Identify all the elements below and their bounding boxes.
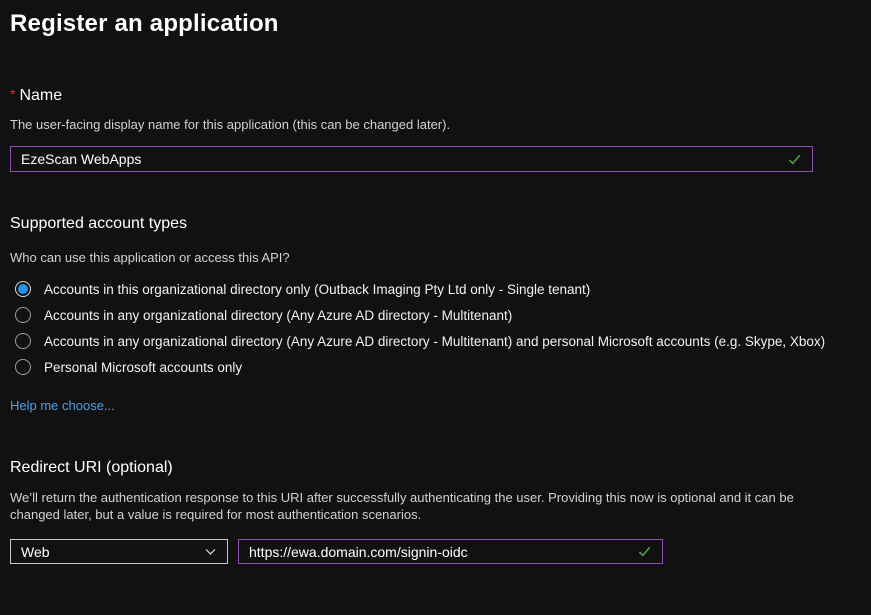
platform-select[interactable]: Web [10,539,228,564]
radio-option-multitenant-personal[interactable]: Accounts in any organizational directory… [10,328,861,354]
help-me-choose-link[interactable]: Help me choose... [10,397,115,414]
radio-option-single-tenant[interactable]: Accounts in this organizational director… [10,276,861,302]
redirect-uri-description: We’ll return the authentication response… [10,490,808,523]
account-type-radio-group: Accounts in this organizational director… [10,276,861,380]
radio-option-multitenant[interactable]: Accounts in any organizational directory… [10,302,861,328]
name-field-label: *Name [10,84,861,106]
radio-button[interactable] [15,333,31,349]
radio-option-label: Accounts in any organizational directory… [44,334,825,349]
radio-button[interactable] [15,359,31,375]
validation-check-icon [787,152,802,167]
supported-account-types-heading: Supported account types [10,213,861,235]
supported-account-types-section: Supported account types Who can use this… [10,213,861,415]
name-input-value: EzeScan WebApps [21,151,141,167]
redirect-uri-input[interactable]: https://ewa.domain.com/signin-oidc [238,539,663,564]
radio-option-label: Accounts in any organizational directory… [44,308,512,323]
radio-button[interactable] [15,307,31,323]
redirect-uri-input-value: https://ewa.domain.com/signin-oidc [249,544,468,560]
name-section: *Name The user-facing display name for t… [10,84,861,172]
name-label: Name [19,87,62,104]
redirect-uri-section: Redirect URI (optional) We’ll return the… [10,457,861,564]
radio-option-label: Personal Microsoft accounts only [44,360,242,375]
account-types-question: Who can use this application or access t… [10,249,861,266]
platform-select-value: Web [21,544,50,560]
page-title: Register an application [10,8,861,40]
validation-check-icon [637,544,652,559]
redirect-uri-controls: Web https://ewa.domain.com/signin-oidc [10,539,861,564]
radio-option-label: Accounts in this organizational director… [44,282,590,297]
required-asterisk: * [10,86,15,102]
chevron-down-icon [204,545,217,558]
name-description: The user-facing display name for this ap… [10,116,861,133]
radio-button[interactable] [15,281,31,297]
register-application-page: Register an application *Name The user-f… [0,0,871,615]
name-input[interactable]: EzeScan WebApps [10,146,813,172]
redirect-uri-heading: Redirect URI (optional) [10,457,861,479]
radio-option-personal-only[interactable]: Personal Microsoft accounts only [10,354,861,380]
